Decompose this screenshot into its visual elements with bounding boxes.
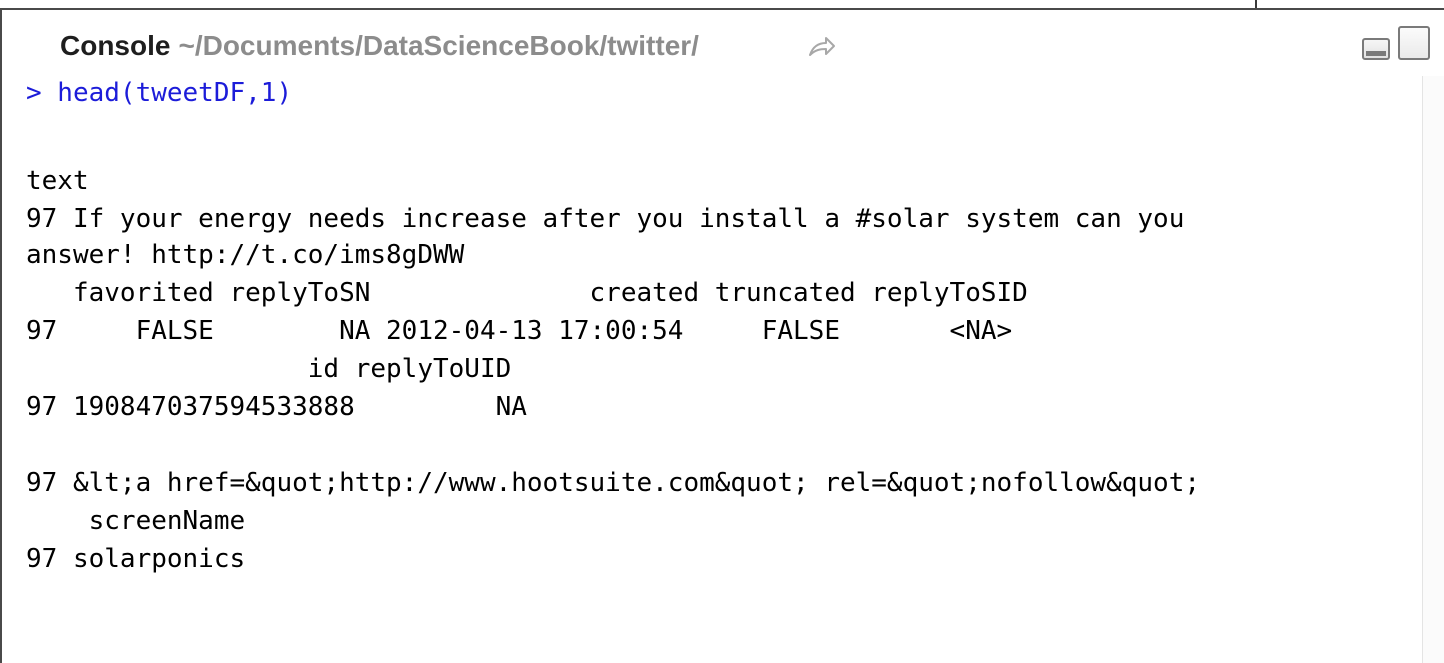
- console-line: text: [26, 166, 89, 196]
- maximize-icon[interactable]: [1398, 26, 1430, 60]
- console-line: 97 FALSE NA 2012-04-13 17:00:54 FALSE <N…: [26, 316, 1013, 346]
- console-line: answer! http://t.co/ims8gDWW: [26, 240, 465, 270]
- console-output[interactable]: > head(tweetDF,1) text 97 If your energy…: [2, 76, 1422, 663]
- console-line: 97 190847037594533888 NA: [26, 392, 527, 422]
- console-line: id replyToUID: [26, 354, 512, 384]
- minimize-icon[interactable]: [1362, 38, 1390, 60]
- console-pane: Console ~/Documents/DataScienceBook/twitt…: [0, 8, 1444, 663]
- console-line: 97 If your energy needs increase after y…: [26, 204, 1185, 234]
- vertical-scrollbar[interactable]: [1422, 76, 1444, 663]
- working-directory-path[interactable]: ~/Documents/DataScienceBook/twitter/: [178, 30, 698, 61]
- console-titlebar: Console ~/Documents/DataScienceBook/twitt…: [2, 10, 1444, 78]
- rstudio-console-screenshot: Console ~/Documents/DataScienceBook/twitt…: [0, 0, 1444, 663]
- console-title-label: Console: [60, 30, 171, 61]
- console-line: screenName: [26, 506, 246, 536]
- console-command: > head(tweetDF,1): [26, 78, 293, 108]
- pane-divider: [1255, 0, 1257, 8]
- console-line: 97 solarponics: [26, 544, 246, 574]
- console-line: 97 &lt;a href=&quot;http://www.hootsuite…: [26, 468, 1200, 498]
- console-title: Console ~/Documents/DataScienceBook/twitt…: [60, 26, 699, 66]
- share-arrow-icon[interactable]: [807, 34, 837, 60]
- console-line: favorited replyToSN created truncated re…: [26, 278, 1028, 308]
